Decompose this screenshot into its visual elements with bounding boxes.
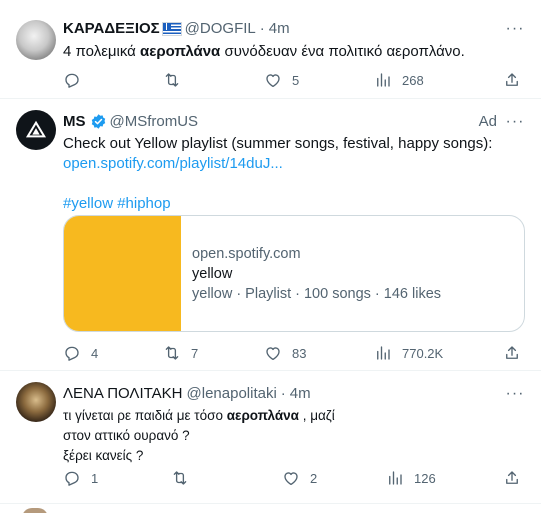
retweet-icon — [173, 471, 187, 485]
like-button[interactable]: 5 — [264, 70, 299, 90]
share-icon — [506, 471, 518, 484]
reply-icon — [65, 346, 79, 361]
reply-icon — [65, 471, 79, 486]
retweet-button[interactable] — [163, 70, 191, 90]
share-button[interactable] — [503, 468, 521, 488]
reply-button[interactable]: 4 — [63, 343, 98, 363]
hashtags[interactable]: #yellow #hiphop — [63, 194, 523, 214]
views-button[interactable]: 268 — [374, 70, 424, 90]
card-description: yellow · Playlist · 100 songs · 146 like… — [192, 286, 442, 302]
user-handle[interactable]: @MSfromUS — [110, 113, 199, 130]
link-card[interactable]: open.spotify.com yellow yellow · Playlis… — [63, 215, 525, 332]
reply-button[interactable] — [63, 70, 91, 90]
user-handle[interactable]: @DOGFIL — [185, 20, 256, 37]
tweet-header: ΛΕΝΑ ΠΟΛΙΤΑΚΗ @lenapolitaki · 4m — [63, 385, 311, 402]
display-name[interactable]: ΛΕΝΑ ΠΟΛΙΤΑΚΗ — [63, 385, 183, 402]
share-icon — [506, 346, 518, 359]
tweet-text: τι γίνεται ρε παιδιά με τόσο αεροπλάνα ,… — [63, 408, 335, 463]
more-icon[interactable]: ··· — [505, 386, 525, 407]
tweet[interactable]: ΚΑΡΑΔΕΞΙΟΣ @DOGFIL · 4m ··· 4 πολεμικά α… — [0, 0, 541, 99]
user-handle[interactable]: @lenapolitaki — [187, 385, 277, 402]
share-button[interactable] — [503, 343, 521, 363]
tweet-actions: 5 268 — [63, 70, 523, 90]
avatar[interactable] — [16, 110, 56, 150]
card-info: open.spotify.com yellow yellow · Playlis… — [192, 244, 441, 304]
timestamp[interactable]: 4m — [269, 20, 290, 37]
retweet-icon — [165, 73, 179, 87]
reply-icon — [65, 73, 79, 88]
card-domain: open.spotify.com — [192, 246, 301, 262]
more-icon[interactable]: ··· — [505, 21, 525, 42]
display-name[interactable]: ΚΑΡΑΔΕΞΙΟΣ — [63, 20, 160, 37]
views-icon — [389, 471, 402, 485]
tweet-actions: 1 2 126 — [63, 468, 523, 488]
verified-badge-icon — [91, 114, 105, 129]
views-icon — [377, 73, 390, 87]
like-button[interactable]: 2 — [282, 468, 317, 488]
card-title: yellow — [192, 266, 233, 282]
share-button[interactable] — [503, 70, 521, 90]
tweet-actions: 4 7 83 770.2K — [63, 343, 523, 363]
like-icon — [266, 347, 280, 361]
share-icon — [506, 73, 518, 86]
views-icon — [377, 346, 390, 360]
avatar[interactable] — [16, 382, 56, 422]
avatar[interactable] — [22, 508, 48, 513]
divider — [0, 503, 541, 504]
avatar[interactable] — [16, 20, 56, 60]
tweet-text: 4 πολεμικά αεροπλάνα συνόδευαν ένα πολιτ… — [63, 43, 465, 60]
ad-label: Ad — [478, 113, 497, 130]
card-thumbnail — [64, 216, 181, 331]
tweet-header: ΚΑΡΑΔΕΞΙΟΣ @DOGFIL · 4m — [63, 20, 290, 37]
greek-flag-icon — [161, 21, 182, 36]
retweet-icon — [165, 346, 179, 360]
like-icon — [284, 472, 298, 486]
reply-button[interactable]: 1 — [63, 468, 98, 488]
more-icon[interactable]: ··· — [505, 114, 525, 135]
views-button[interactable]: 770.2K — [374, 343, 443, 363]
like-button[interactable]: 83 — [264, 343, 306, 363]
like-icon — [266, 74, 280, 88]
timestamp[interactable]: 4m — [290, 385, 311, 402]
ms-logo-icon — [25, 120, 47, 138]
retweet-button[interactable] — [171, 468, 199, 488]
tweet-link[interactable]: open.spotify.com/playlist/14duJ... — [63, 154, 523, 174]
tweet-header: MS @MSfromUS — [63, 113, 198, 130]
views-button[interactable]: 126 — [386, 468, 436, 488]
display-name[interactable]: MS — [63, 113, 86, 130]
tweet-text: Check out Yellow playlist (summer songs,… — [63, 134, 523, 214]
retweet-button[interactable]: 7 — [163, 343, 198, 363]
